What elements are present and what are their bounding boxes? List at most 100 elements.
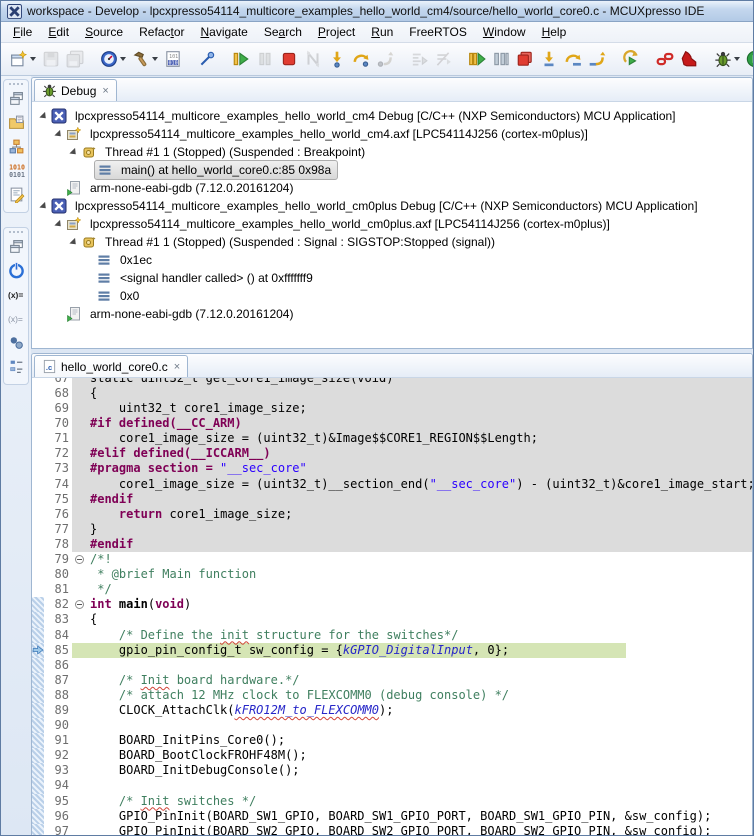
code-text[interactable]: /*! [86,552,752,567]
line-number[interactable]: 91 [44,733,72,748]
line-number[interactable]: 69 [44,401,72,416]
line-number[interactable]: 83 [44,612,72,627]
code-text[interactable] [86,718,752,733]
line-number[interactable]: 93 [44,763,72,778]
project-explorer-button[interactable] [5,112,27,136]
code-line[interactable]: 69 uint32_t core1_image_size; [32,401,752,416]
variables-button[interactable]: (x)= [5,284,27,308]
resume-button[interactable] [229,46,253,72]
line-number[interactable]: 88 [44,688,72,703]
step-into-all-button[interactable] [537,46,561,72]
code-text[interactable]: GPIO_PinInit(BOARD_SW2_GPIO, BOARD_SW2_G… [86,824,752,835]
step-over-button[interactable] [349,46,373,72]
line-number[interactable]: 81 [44,582,72,597]
view-bar-handle[interactable] [8,82,24,86]
code-text[interactable]: /* Init board hardware.*/ [86,673,752,688]
code-area[interactable]: 67 static uint32_t get_core1_image_size(v… [32,378,752,835]
chevron-down-icon[interactable] [152,57,158,61]
menu-source[interactable]: Source [77,23,131,41]
line-number[interactable]: 82 [44,597,72,612]
line-number[interactable]: 67 [44,378,72,386]
line-number[interactable]: 73 [44,461,72,476]
debug-clock-button[interactable] [97,46,129,72]
menu-help[interactable]: Help [534,23,575,41]
code-text[interactable]: { [86,612,752,627]
code-line[interactable]: 93 BOARD_InitDebugConsole(); [32,763,752,778]
code-line[interactable]: 92 BOARD_BootClockFROHF48M(); [32,748,752,763]
code-text[interactable]: */ [86,582,752,597]
code-text[interactable]: BOARD_InitDebugConsole(); [86,763,752,778]
code-line[interactable]: 79/*! [32,552,752,567]
registers-button[interactable]: 10100101 [5,160,27,184]
code-line[interactable]: 89 CLOCK_AttachClk(kFRO12M_to_FLEXCOMM0)… [32,703,752,718]
tree-expander-icon[interactable] [38,204,49,209]
disassembly-button[interactable] [5,184,27,208]
code-line[interactable]: 68{ [32,386,752,401]
code-text[interactable]: gpio_pin_config_t sw_config = {kGPIO_Dig… [86,643,752,658]
code-text[interactable] [86,778,752,793]
line-number[interactable]: 78 [44,537,72,552]
tree-expander-icon[interactable] [53,132,64,137]
debug-tree-row[interactable]: lpcxpresso54114_multicore_examples_hello… [32,125,752,143]
code-line[interactable]: 82 int main(void) [32,597,752,612]
debug-tree-row[interactable]: arm-none-eabi-gdb (7.12.0.20161204) [32,179,752,197]
code-text[interactable]: static uint32_t get_core1_image_size(voi… [86,378,752,386]
code-text[interactable]: /* Init switches */ [86,794,752,809]
close-icon[interactable]: × [172,361,180,373]
line-number[interactable]: 89 [44,703,72,718]
code-text[interactable]: #pragma section = "__sec_core" [86,461,752,476]
chevron-down-icon[interactable] [30,57,36,61]
code-line[interactable]: 80 * @brief Main function [32,567,752,582]
code-line[interactable]: 83 { [32,612,752,627]
code-text[interactable]: int main(void) [86,597,752,612]
code-text[interactable]: { [86,386,752,401]
tree-expander-icon[interactable] [53,222,64,227]
terminate-button[interactable] [277,46,301,72]
tab-hello-world-core0[interactable]: .c hello_world_core0.c × [34,355,188,377]
code-line[interactable]: 94 [32,778,752,793]
code-text[interactable]: core1_image_size = (uint32_t)&Image$$COR… [86,431,752,446]
code-line[interactable]: 77} [32,522,752,537]
step-return-all-button[interactable] [585,46,609,72]
menu-edit[interactable]: Edit [40,23,77,41]
code-line[interactable]: 95 /* Init switches */ [32,794,752,809]
debug-tree-row[interactable]: main() at hello_world_core0.c:85 0x98a [32,161,752,179]
peripherals-button[interactable] [5,136,27,160]
run-button[interactable] [743,46,754,72]
line-number[interactable]: 92 [44,748,72,763]
code-line[interactable]: 96 GPIO_PinInit(BOARD_SW1_GPIO, BOARD_SW… [32,809,752,824]
code-line[interactable]: 74 core1_image_size = (uint32_t)__sectio… [32,477,752,492]
menu-navigate[interactable]: Navigate [192,23,255,41]
line-number[interactable]: 85 [44,643,72,658]
chevron-down-icon[interactable] [120,57,126,61]
debug-tree-row[interactable]: arm-none-eabi-gdb (7.12.0.20161204) [32,305,752,323]
build-hammer-button[interactable] [129,46,161,72]
line-number[interactable]: 76 [44,507,72,522]
code-text[interactable]: #endif [86,492,752,507]
close-icon[interactable]: × [100,85,108,97]
link-button[interactable] [653,46,677,72]
pin-button[interactable] [195,46,219,72]
code-text[interactable]: * @brief Main function [86,567,752,582]
tree-expander-icon[interactable] [68,240,79,245]
menu-window[interactable]: Window [475,23,534,41]
menu-run[interactable]: Run [363,23,401,41]
code-text[interactable]: #elif defined(__ICCARM__) [86,446,752,461]
code-text[interactable]: #if defined(__CC_ARM) [86,416,752,431]
code-line[interactable]: 87 /* Init board hardware.*/ [32,673,752,688]
line-number[interactable]: 80 [44,567,72,582]
view-bar-handle[interactable] [8,230,24,234]
menu-project[interactable]: Project [310,23,363,41]
code-line[interactable]: 78#endif [32,537,752,552]
code-text[interactable]: /* attach 12 MHz clock to FLEXCOMM0 (deb… [86,688,752,703]
debug-tree-row[interactable]: <signal handler called> () at 0xfffffff9 [32,269,752,287]
code-text[interactable]: BOARD_InitPins_Core0(); [86,733,752,748]
code-line[interactable]: 86 [32,658,752,673]
code-line[interactable]: 88 /* attach 12 MHz clock to FLEXCOMM0 (… [32,688,752,703]
line-number[interactable]: 96 [44,809,72,824]
step-into-button[interactable] [325,46,349,72]
line-number[interactable]: 71 [44,431,72,446]
new-wizard-button[interactable] [7,46,39,72]
code-line[interactable]: 75#endif [32,492,752,507]
debug-tree-row[interactable]: lpcxpresso54114_multicore_examples_hello… [32,107,752,125]
